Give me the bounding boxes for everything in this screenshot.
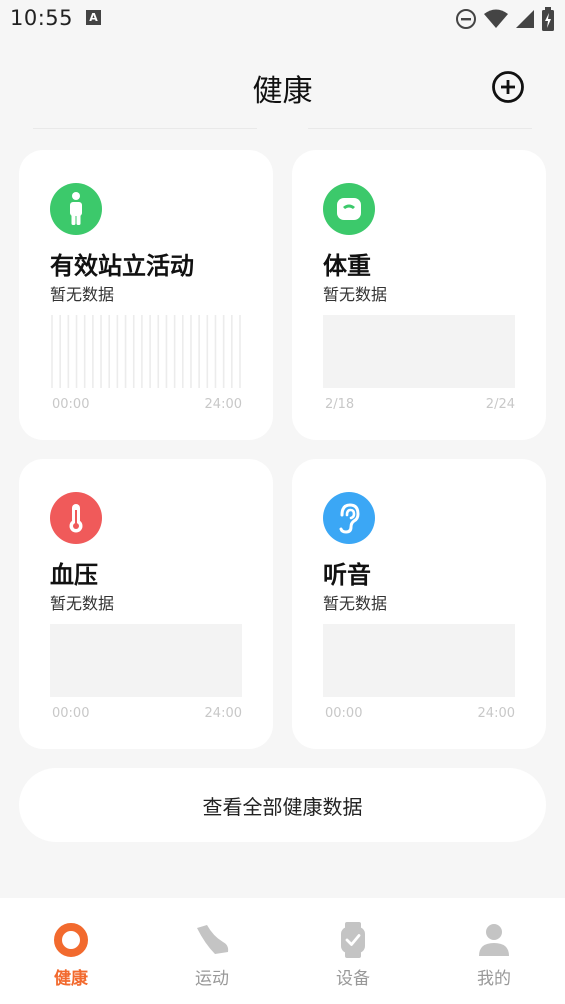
nav-tab-me[interactable]: 我的 bbox=[444, 920, 544, 989]
card-blood-pressure[interactable]: 血压 暂无数据 00:00 24:00 bbox=[19, 459, 273, 749]
chart-placeholder bbox=[323, 315, 515, 388]
card-subtitle: 暂无数据 bbox=[323, 594, 388, 613]
health-ring-icon bbox=[51, 920, 91, 960]
card-subtitle: 暂无数据 bbox=[50, 594, 115, 613]
axis-end-label: 24:00 bbox=[204, 397, 242, 412]
add-button[interactable] bbox=[491, 70, 525, 104]
nav-tab-health[interactable]: 健康 bbox=[21, 920, 121, 989]
status-bar: 10:55 A bbox=[0, 0, 565, 38]
signal-icon bbox=[516, 10, 534, 28]
status-time: 10:55 bbox=[10, 6, 74, 30]
card-title: 体重 bbox=[323, 252, 371, 280]
axis-start-label: 00:00 bbox=[52, 706, 90, 721]
card-title: 血压 bbox=[50, 561, 98, 589]
header: 健康 bbox=[0, 60, 565, 114]
view-all-health-data-button[interactable]: 查看全部健康数据 bbox=[19, 768, 546, 842]
shoe-icon bbox=[192, 920, 232, 960]
divider-right bbox=[308, 128, 532, 129]
standing-hours-chart bbox=[51, 315, 241, 388]
nav-label: 设备 bbox=[336, 969, 370, 989]
card-subtitle: 暂无数据 bbox=[323, 285, 388, 304]
status-icons bbox=[455, 7, 555, 31]
divider-left bbox=[33, 128, 257, 129]
card-title: 听音 bbox=[323, 561, 371, 589]
nav-label: 运动 bbox=[195, 969, 229, 989]
axis-end-label: 24:00 bbox=[204, 706, 242, 721]
ear-icon bbox=[323, 492, 375, 544]
card-subtitle: 暂无数据 bbox=[50, 285, 115, 304]
axis-start-label: 2/18 bbox=[325, 397, 355, 412]
standing-person-icon bbox=[50, 183, 102, 235]
wifi-icon bbox=[484, 9, 508, 28]
chart-placeholder bbox=[50, 624, 242, 697]
nav-label: 我的 bbox=[477, 969, 511, 989]
notification-a-icon: A bbox=[86, 10, 101, 25]
battery-charging-icon bbox=[542, 7, 554, 31]
card-weight[interactable]: 体重 暂无数据 2/18 2/24 bbox=[292, 150, 546, 440]
thermometer-icon bbox=[50, 492, 102, 544]
card-title: 有效站立活动 bbox=[50, 252, 194, 280]
watch-icon bbox=[333, 920, 373, 960]
axis-end-label: 24:00 bbox=[477, 706, 515, 721]
axis-start-label: 00:00 bbox=[325, 706, 363, 721]
person-icon bbox=[474, 920, 514, 960]
do-not-disturb-icon bbox=[456, 9, 476, 29]
nav-tab-device[interactable]: 设备 bbox=[303, 920, 403, 989]
page-title: 健康 bbox=[252, 74, 313, 109]
card-hearing[interactable]: 听音 暂无数据 00:00 24:00 bbox=[292, 459, 546, 749]
nav-tab-sport[interactable]: 运动 bbox=[162, 920, 262, 989]
nav-label: 健康 bbox=[54, 969, 88, 989]
chart-placeholder bbox=[323, 624, 515, 697]
bottom-nav: 健康 运动 设备 我的 bbox=[0, 898, 565, 1004]
axis-end-label: 2/24 bbox=[485, 397, 515, 412]
axis-start-label: 00:00 bbox=[52, 397, 90, 412]
card-standing-activity[interactable]: 有效站立活动 暂无数据 00:00 24:00 bbox=[19, 150, 273, 440]
scale-icon bbox=[323, 183, 375, 235]
